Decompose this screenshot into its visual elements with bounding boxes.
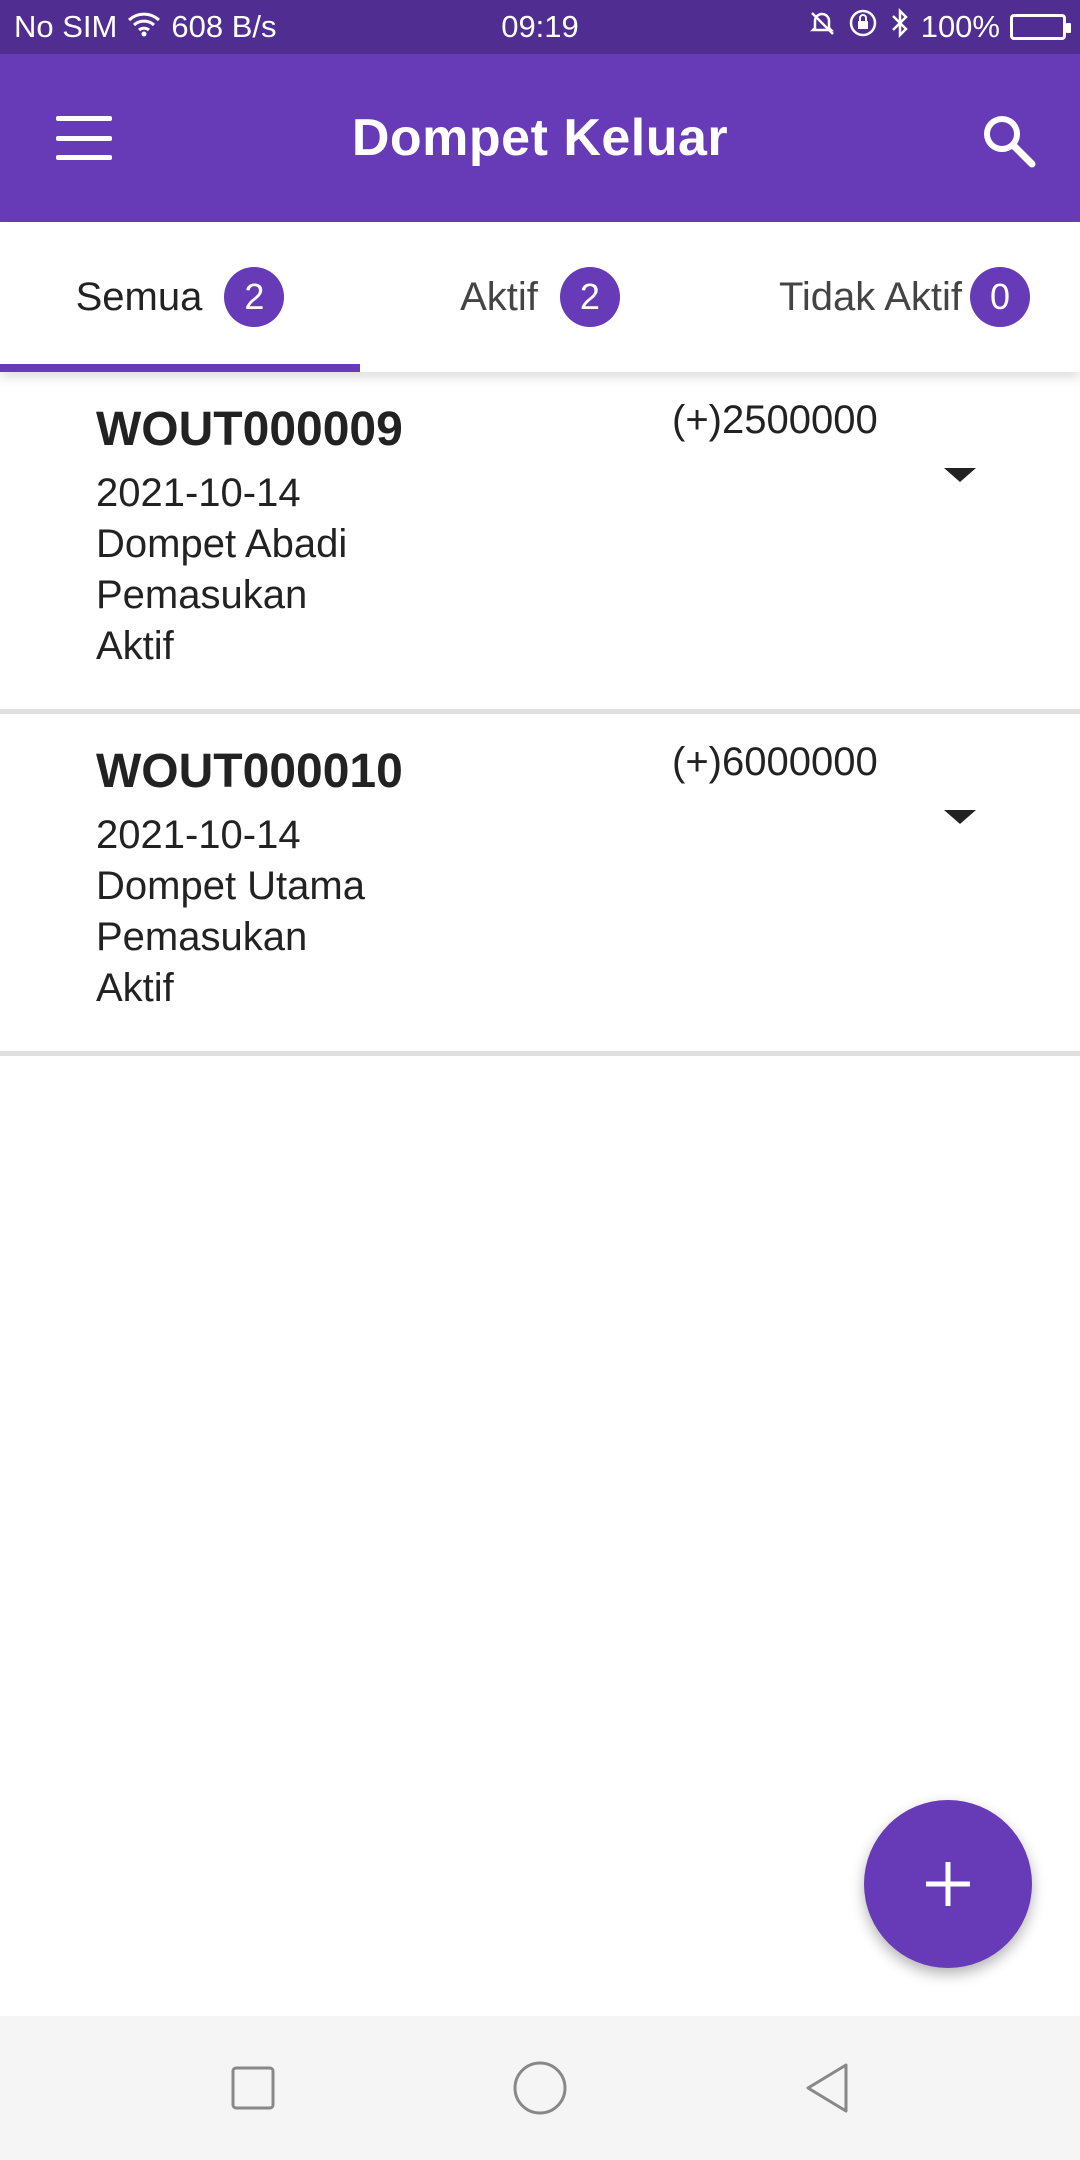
list-item[interactable]: WOUT000010 2021-10-14 Dompet Utama Pemas…: [0, 714, 1080, 1056]
tab-semua[interactable]: Semua 2: [0, 222, 360, 372]
tab-label: Tidak Aktif: [778, 274, 962, 319]
carrier-text: No SIM: [14, 9, 118, 44]
tab-bar: Semua 2 Aktif 2 Tidak Aktif 0: [0, 222, 1080, 372]
status-left: No SIM 608 B/s: [14, 9, 276, 45]
entry-list: WOUT000009 2021-10-14 Dompet Abadi Pemas…: [0, 372, 1080, 1056]
entry-amount: (+)2500000: [672, 398, 878, 442]
caret-down-icon[interactable]: [944, 810, 976, 824]
circle-icon: [513, 2061, 567, 2115]
status-bar: No SIM 608 B/s 09:19 100%: [0, 0, 1080, 54]
plus-icon: [926, 1862, 970, 1906]
tab-aktif[interactable]: Aktif 2: [360, 222, 720, 372]
caret-down-icon[interactable]: [944, 468, 976, 482]
hamburger-icon: [56, 116, 112, 121]
system-nav-bar: [0, 2016, 1080, 2160]
add-button[interactable]: [864, 1800, 1032, 1968]
count-badge: 2: [559, 267, 620, 327]
bluetooth-icon: [889, 7, 911, 46]
entry-id: WOUT000010: [96, 745, 403, 798]
status-right: 100%: [807, 7, 1071, 47]
entry-status: Aktif: [96, 624, 174, 668]
entry-status: Aktif: [96, 966, 174, 1010]
home-button[interactable]: [510, 2058, 570, 2118]
count-badge: 2: [224, 267, 285, 327]
entry-amount: (+)6000000: [672, 740, 878, 784]
app-bar: Dompet Keluar: [0, 54, 1080, 222]
menu-button[interactable]: [56, 116, 112, 160]
entry-id: WOUT000009: [96, 403, 403, 456]
entry-type: Pemasukan: [96, 915, 308, 959]
tab-tidak-aktif[interactable]: Tidak Aktif 0: [720, 222, 1080, 372]
network-speed: 608 B/s: [171, 9, 277, 44]
entry-wallet: Dompet Utama: [96, 864, 365, 908]
tab-label: Semua: [75, 274, 203, 319]
rotation-lock-icon: [847, 7, 879, 47]
entry-wallet: Dompet Abadi: [96, 522, 348, 566]
battery-icon: [1010, 14, 1071, 40]
entry-date: 2021-10-14: [96, 813, 301, 857]
page-title: Dompet Keluar: [351, 109, 729, 167]
back-button[interactable]: [797, 2058, 857, 2118]
recents-button[interactable]: [223, 2058, 283, 2118]
square-icon: [231, 2066, 275, 2110]
entry-details: 2021-10-14 Dompet Abadi Pemasukan Aktif: [96, 468, 347, 672]
tab-label: Aktif: [460, 274, 538, 319]
search-button[interactable]: [978, 110, 1038, 170]
wifi-icon: [127, 9, 161, 45]
entry-type: Pemasukan: [96, 573, 308, 617]
battery-percent: 100%: [920, 9, 1000, 44]
active-tab-indicator: [0, 364, 360, 372]
entry-date: 2021-10-14: [96, 471, 301, 515]
list-item[interactable]: WOUT000009 2021-10-14 Dompet Abadi Pemas…: [0, 372, 1080, 714]
mute-icon: [807, 8, 837, 46]
entry-details: 2021-10-14 Dompet Utama Pemasukan Aktif: [96, 810, 365, 1014]
search-icon: [984, 116, 1036, 168]
triangle-back-icon: [806, 2063, 848, 2113]
count-badge: 0: [970, 267, 1030, 327]
